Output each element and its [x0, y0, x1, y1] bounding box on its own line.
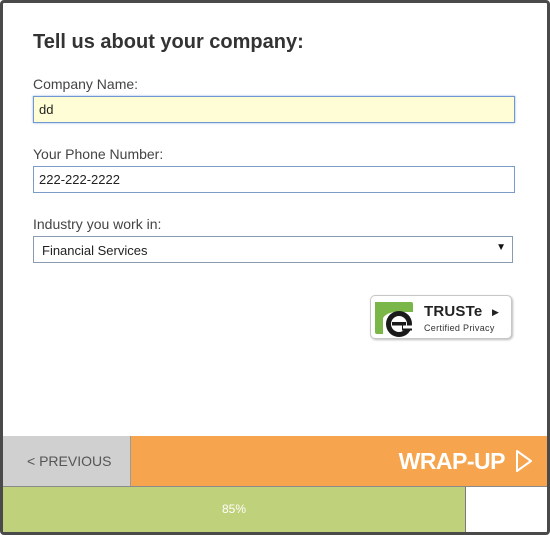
company-name-input[interactable] [33, 96, 515, 123]
phone-number-label: Your Phone Number: [33, 146, 164, 162]
industry-select-value: Financial Services [42, 243, 148, 258]
truste-e-icon [375, 302, 413, 337]
wizard-navigation: < PREVIOUS WRAP-UP [3, 436, 547, 486]
truste-badge[interactable]: TRUSTe ▶ Certified Privacy [370, 295, 512, 339]
progress-bar: 85% [3, 486, 547, 532]
truste-subtitle: Certified Privacy [424, 323, 495, 333]
progress-percent-label: 85% [221, 502, 247, 516]
industry-select[interactable]: Financial Services ▼ [33, 236, 513, 263]
form-title: Tell us about your company: [33, 31, 304, 53]
truste-name: TRUSTe [424, 303, 483, 320]
phone-number-input[interactable] [33, 166, 515, 193]
play-icon: ▶ [492, 307, 499, 317]
wrap-up-button-label: WRAP-UP [398, 448, 506, 474]
industry-label: Industry you work in: [33, 216, 162, 232]
dropdown-arrow-icon: ▼ [496, 242, 506, 253]
signup-dialog: Tell us about your company: Company Name… [0, 0, 550, 535]
company-name-label: Company Name: [33, 76, 139, 92]
previous-button[interactable]: < PREVIOUS [3, 436, 131, 486]
wrap-up-button[interactable]: WRAP-UP [131, 436, 547, 486]
previous-button-label: < PREVIOUS [27, 453, 112, 469]
play-outline-icon [516, 450, 532, 472]
progress-divider [465, 487, 466, 532]
